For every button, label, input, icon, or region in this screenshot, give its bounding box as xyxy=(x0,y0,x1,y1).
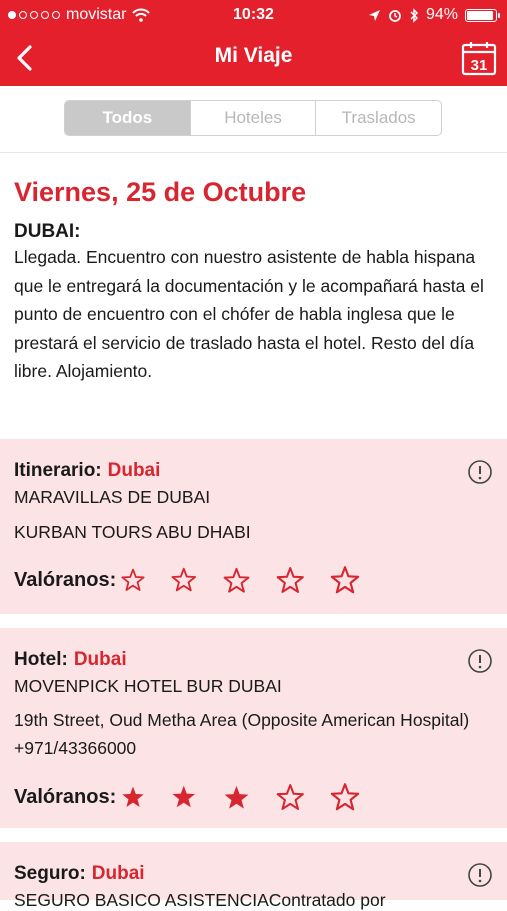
tab-todos[interactable]: Todos xyxy=(65,101,191,135)
battery-icon xyxy=(465,8,500,22)
star-icon[interactable] xyxy=(329,781,361,813)
alarm-icon xyxy=(389,10,401,22)
rating-label: Valóranos: xyxy=(14,568,117,591)
calendar-button[interactable]: 31 xyxy=(461,40,497,76)
nav-bar: Mi Viaje 31 xyxy=(0,30,507,86)
insurance-line: SEGURO BASICO ASISTENCIAContratado por xyxy=(14,890,386,910)
hotel-card[interactable]: Hotel: Dubai MOVENPICK HOTEL BUR DUBAI 19… xyxy=(0,628,507,828)
star-icon[interactable] xyxy=(275,565,306,596)
status-right: 94% xyxy=(368,6,500,24)
segmented-control: Todos Hoteles Traslados xyxy=(64,100,442,136)
star-icon[interactable] xyxy=(222,566,251,595)
card-label: Hotel: xyxy=(14,649,68,670)
star-icon[interactable] xyxy=(275,782,306,813)
battery-percent: 94% xyxy=(425,6,458,23)
location-arrow-icon xyxy=(368,9,380,21)
day-city: DUBAI: xyxy=(14,221,81,242)
card-label: Seguro: xyxy=(14,863,86,884)
calendar-icon: 31 xyxy=(461,42,497,76)
hotel-address: 19th Street, Oud Metha Area (Opposite Am… xyxy=(14,710,470,758)
day-section: Viernes, 25 de Octubre DUBAI: Llegada. E… xyxy=(0,153,507,439)
status-bar: movistar 10:32 94% xyxy=(0,0,507,30)
star-icon[interactable] xyxy=(120,784,146,810)
card-place: Dubai xyxy=(107,460,161,481)
tab-traslados[interactable]: Traslados xyxy=(316,101,441,135)
day-description: Llegada. Encuentro con nuestro asistente… xyxy=(14,247,484,381)
page-title: Mi Viaje xyxy=(214,44,293,67)
itinerary-card[interactable]: Itinerario: Dubai MARAVILLAS DE DUBAI KUR… xyxy=(0,439,507,614)
card-place: Dubai xyxy=(91,863,145,884)
star-rating[interactable] xyxy=(118,781,361,813)
card-heading: Itinerario: Dubai xyxy=(14,460,160,482)
day-date: Viernes, 25 de Octubre xyxy=(14,177,307,207)
star-rating[interactable] xyxy=(118,564,361,596)
star-icon[interactable] xyxy=(222,783,251,812)
info-icon[interactable] xyxy=(467,648,493,674)
rating-label: Valóranos: xyxy=(14,785,117,808)
card-label: Itinerario: xyxy=(14,460,102,481)
rating-row: Valóranos: xyxy=(14,564,361,596)
tab-hoteles[interactable]: Hoteles xyxy=(191,101,317,135)
star-icon[interactable] xyxy=(329,564,361,596)
card-heading: Hotel: Dubai xyxy=(14,649,127,671)
filter-bar: Todos Hoteles Traslados xyxy=(0,86,507,153)
calendar-day: 31 xyxy=(471,57,488,74)
bluetooth-icon xyxy=(410,7,419,23)
star-icon[interactable] xyxy=(170,783,198,811)
hotel-name: MOVENPICK HOTEL BUR DUBAI xyxy=(14,676,282,696)
info-icon[interactable] xyxy=(467,862,493,888)
star-icon[interactable] xyxy=(120,567,146,593)
rating-row: Valóranos: xyxy=(14,781,361,813)
card-place: Dubai xyxy=(73,649,127,670)
card-heading: Seguro: Dubai xyxy=(14,863,145,885)
itinerary-line-2: KURBAN TOURS ABU DHABI xyxy=(14,522,251,542)
itinerary-line-1: MARAVILLAS DE DUBAI xyxy=(14,487,211,507)
info-icon[interactable] xyxy=(467,459,493,485)
star-icon[interactable] xyxy=(170,566,198,594)
insurance-card[interactable]: Seguro: Dubai SEGURO BASICO ASISTENCIACon… xyxy=(0,842,507,910)
